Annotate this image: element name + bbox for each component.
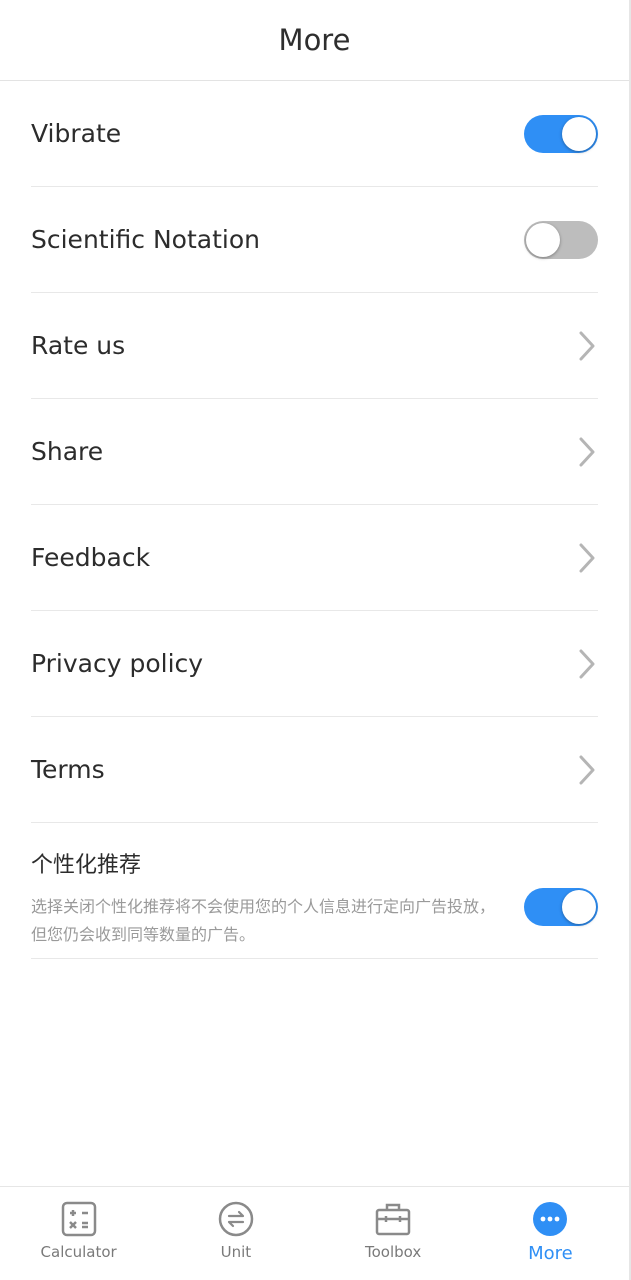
setting-vibrate[interactable]: Vibrate (31, 81, 598, 187)
personalized-label: 个性化推荐 (31, 853, 142, 878)
chevron-right-icon (576, 329, 598, 363)
chevron-right-icon (576, 647, 598, 681)
toolbox-icon (375, 1201, 411, 1237)
tab-toolbox[interactable]: Toolbox (315, 1187, 472, 1280)
chevron-right-icon (576, 435, 598, 469)
setting-label: Vibrate (31, 119, 122, 148)
scientific-notation-toggle[interactable] (524, 220, 598, 259)
tab-unit[interactable]: Unit (157, 1187, 314, 1280)
calculator-icon (61, 1201, 97, 1237)
toggle-knob (562, 116, 596, 151)
tab-label: Toolbox (365, 1243, 422, 1261)
setting-label: Terms (31, 755, 105, 784)
chevron-right-icon (576, 541, 598, 575)
setting-feedback[interactable]: Feedback (31, 505, 598, 611)
setting-label: Rate us (31, 331, 126, 360)
page-title: More (278, 23, 351, 57)
personalized-toggle[interactable] (524, 888, 598, 926)
top-bar: More (0, 0, 629, 81)
unit-convert-icon (218, 1201, 254, 1237)
toggle-knob (562, 890, 596, 924)
personalized-text: 个性化推荐 选择关闭个性化推荐将不会使用您的个人信息进行定向广告投放，但您仍会收… (31, 847, 501, 949)
tab-label: More (528, 1243, 573, 1264)
vibrate-toggle[interactable] (524, 114, 598, 153)
tab-more[interactable]: More (472, 1187, 629, 1280)
setting-privacy-policy[interactable]: Privacy policy (31, 611, 598, 717)
personalized-description: 选择关闭个性化推荐将不会使用您的个人信息进行定向广告投放，但您仍会收到同等数量的… (31, 897, 496, 944)
setting-label: Feedback (31, 543, 151, 572)
tab-label: Calculator (40, 1243, 117, 1261)
tab-label: Unit (220, 1243, 252, 1261)
bottom-tab-bar: Calculator Unit Toolbox More (0, 1186, 629, 1280)
toggle-knob (526, 222, 560, 257)
more-dots-icon (532, 1201, 568, 1237)
chevron-right-icon (576, 753, 598, 787)
setting-scientific-notation[interactable]: Scientific Notation (31, 187, 598, 293)
settings-list: Vibrate Scientific Notation Rate us Shar… (0, 81, 629, 959)
setting-personalized-recommendation: 个性化推荐 选择关闭个性化推荐将不会使用您的个人信息进行定向广告投放，但您仍会收… (31, 823, 598, 959)
setting-terms[interactable]: Terms (31, 717, 598, 823)
setting-share[interactable]: Share (31, 399, 598, 505)
setting-label: Scientific Notation (31, 225, 260, 254)
setting-label: Privacy policy (31, 649, 204, 678)
tab-calculator[interactable]: Calculator (0, 1187, 157, 1280)
app-screen: More Vibrate Scientific Notation Rate us… (0, 0, 631, 1280)
setting-label: Share (31, 437, 104, 466)
setting-rate-us[interactable]: Rate us (31, 293, 598, 399)
